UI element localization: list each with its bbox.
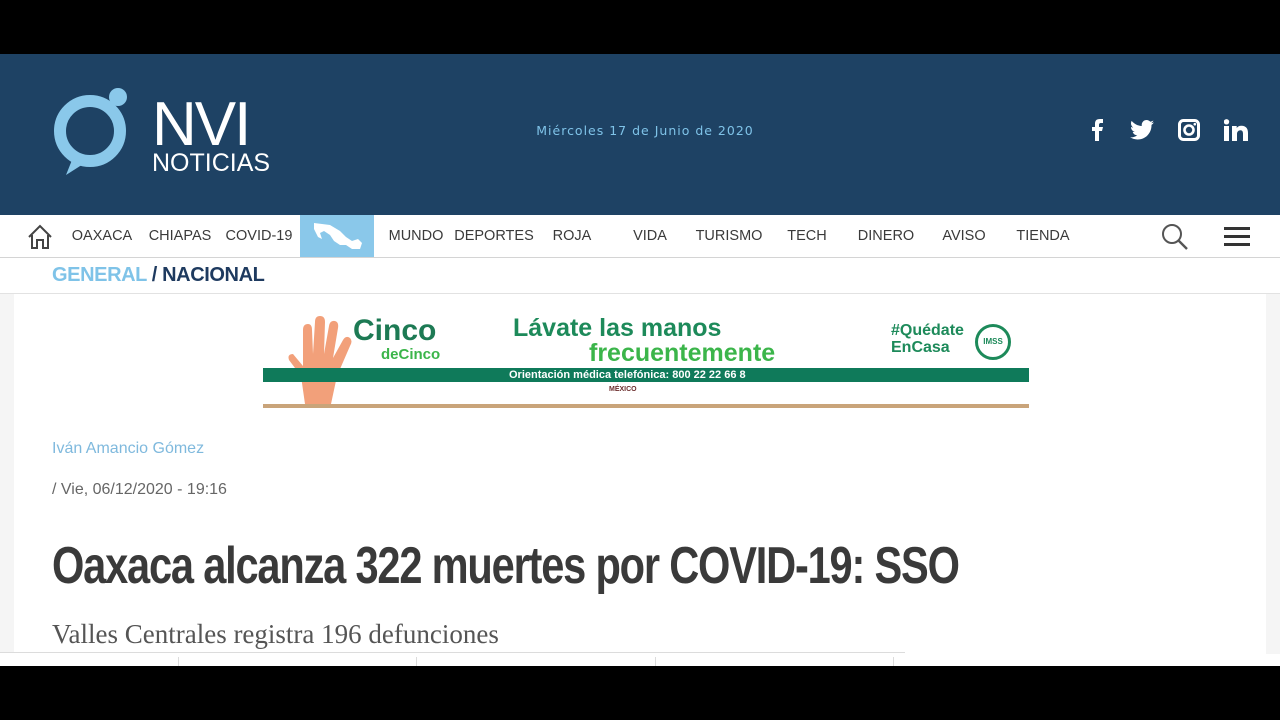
nav-item-dinero[interactable]: DINERO <box>854 215 918 257</box>
site-header: NVI NOTICIAS Miércoles 17 de Junio de 20… <box>0 54 1280 215</box>
imss-logo: IMSS <box>975 324 1011 360</box>
banner-hashtag-line1: #Quédate <box>891 322 964 339</box>
nav-item-aviso[interactable]: AVISO <box>938 215 990 257</box>
nav-item-oaxaca[interactable]: OAXACA <box>68 215 136 257</box>
linkedin-icon[interactable] <box>1222 116 1250 144</box>
banner-cinco: Cinco <box>353 314 437 347</box>
breadcrumb-general[interactable]: GENERAL <box>52 264 147 286</box>
nav-item-tienda[interactable]: TIENDA <box>1012 215 1074 257</box>
nav-item-turismo[interactable]: TURISMO <box>692 215 766 257</box>
banner-hashtag-line2: EnCasa <box>891 339 950 356</box>
hand-icon <box>288 316 352 404</box>
search-icon[interactable] <box>1160 223 1190 251</box>
breadcrumb-nacional[interactable]: NACIONAL <box>162 264 265 286</box>
article-subhead: Valles Centrales registra 196 defuncione… <box>52 619 499 649</box>
instagram-icon[interactable] <box>1175 116 1203 144</box>
nav-item-covid[interactable]: COVID-19 <box>222 215 296 257</box>
banner-line <box>263 404 1029 408</box>
nav-item-roja[interactable]: ROJA <box>548 215 596 257</box>
article-headline: Oaxaca alcanza 322 muertes por COVID-19:… <box>52 537 960 595</box>
nav-item-tech[interactable]: TECH <box>784 215 830 257</box>
site-logo[interactable]: NVI NOTICIAS <box>52 87 302 182</box>
article-dateline: / Vie, 06/12/2020 - 19:16 <box>52 481 227 498</box>
ad-banner[interactable]: Cinco deCinco Lávate las manos frecuente… <box>263 312 1029 410</box>
breadcrumb: GENERAL / NACIONAL <box>52 264 265 287</box>
nav-item-vida[interactable]: VIDA <box>628 215 672 257</box>
article-author[interactable]: Iván Amancio Gómez <box>52 440 204 458</box>
header-date: Miércoles 17 de Junio de 2020 <box>536 123 754 138</box>
mexico-map-icon <box>314 223 362 249</box>
twitter-icon[interactable] <box>1128 116 1156 144</box>
nav-item-deportes[interactable]: DEPORTES <box>454 215 534 257</box>
letterbox-bottom <box>0 666 1280 720</box>
nav-item-mexico-map[interactable] <box>300 215 374 257</box>
banner-footer: MÉXICO <box>609 386 637 393</box>
main-nav: OAXACA CHIAPAS COVID-19 MUNDO DEPORTES R… <box>0 215 1280 258</box>
banner-decinco: deCinco <box>381 346 441 363</box>
share-bar <box>0 652 905 667</box>
svg-text:NOTICIAS: NOTICIAS <box>152 149 270 177</box>
banner-title-line2: frecuentemente <box>589 339 776 367</box>
banner-phone-text: Orientación médica telefónica: 800 22 22… <box>509 369 746 381</box>
home-icon[interactable] <box>26 223 54 251</box>
nav-item-mundo[interactable]: MUNDO <box>384 215 448 257</box>
breadcrumb-bar: GENERAL / NACIONAL <box>0 258 1280 294</box>
page-edge-right <box>1266 294 1280 654</box>
nav-item-chiapas[interactable]: CHIAPAS <box>146 215 214 257</box>
letterbox-top <box>0 0 1280 54</box>
page-edge-left <box>0 294 14 654</box>
facebook-icon[interactable] <box>1083 116 1111 144</box>
breadcrumb-separator: / <box>146 264 163 286</box>
banner-hashtag: #Quédate EnCasa <box>891 322 964 356</box>
menu-icon[interactable] <box>1222 225 1252 249</box>
